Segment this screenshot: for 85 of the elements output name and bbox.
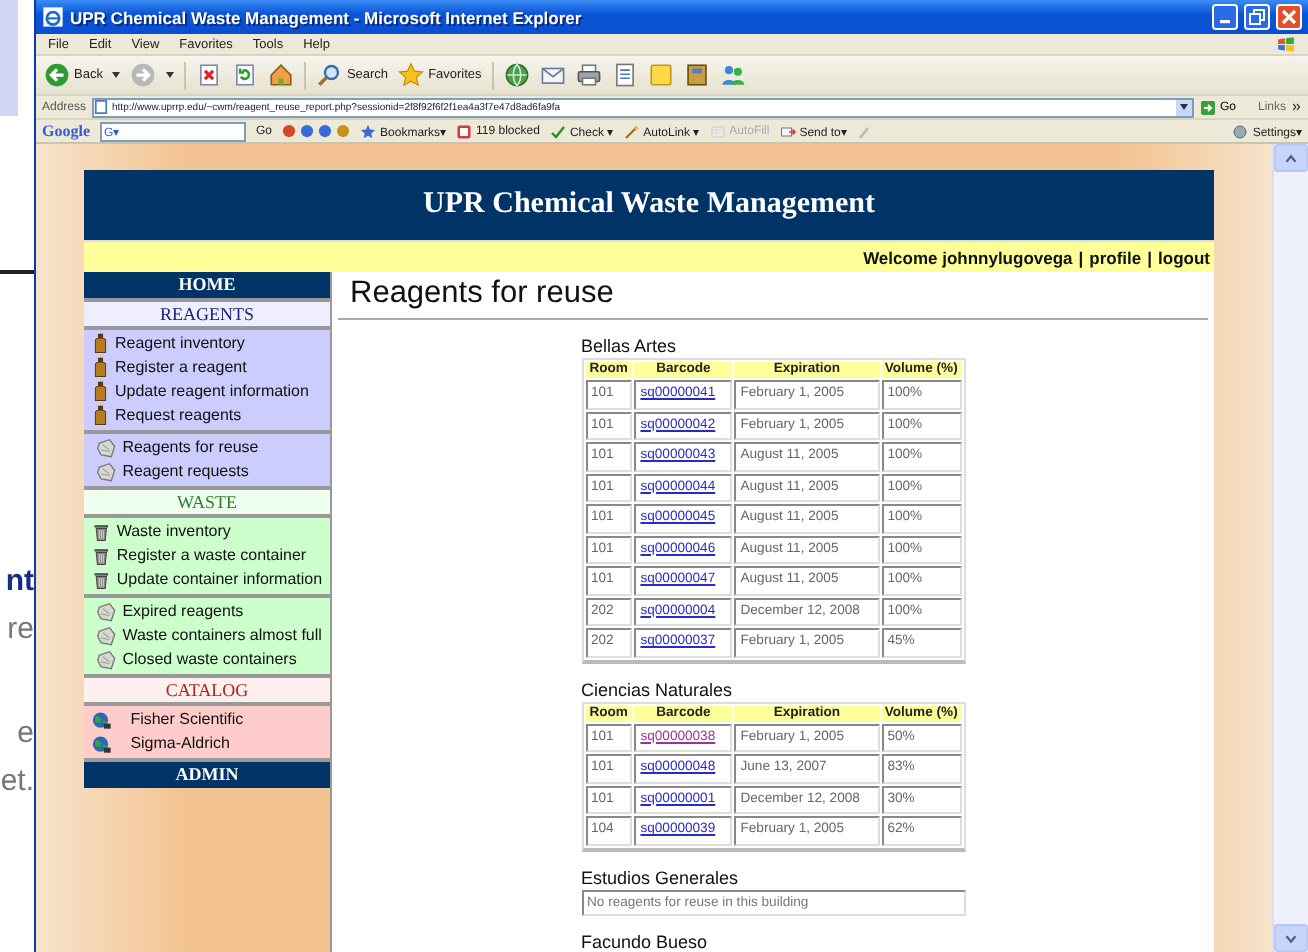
building-name: Estudios Generales xyxy=(581,867,741,889)
windows-logo-icon xyxy=(1276,35,1296,53)
scroll-down-button[interactable] xyxy=(1274,924,1308,952)
nav-item[interactable]: Register a reagent xyxy=(84,356,330,380)
building-name: Bellas Artes xyxy=(581,336,679,358)
bottle-icon xyxy=(92,380,109,404)
paper-icon xyxy=(96,437,117,459)
star-icon xyxy=(398,62,425,88)
send-icon xyxy=(779,123,796,139)
home-button[interactable] xyxy=(268,62,295,88)
document-button[interactable] xyxy=(611,62,638,88)
nav-item[interactable]: Update reagent information xyxy=(84,380,330,404)
paper-icon xyxy=(96,601,117,623)
page-heading: Reagents for reuse xyxy=(338,272,1208,320)
scroll-up-button[interactable] xyxy=(1274,144,1308,172)
nav-link[interactable]: profile xyxy=(1089,247,1142,267)
site-header: UPR Chemical Waste Management xyxy=(84,170,1214,240)
nav-item[interactable]: Waste containers almost full xyxy=(84,624,330,648)
nav-link[interactable]: ADMIN xyxy=(84,758,330,788)
nav-item[interactable]: Register a waste container xyxy=(84,544,330,568)
section-header: REAGENTS xyxy=(84,298,330,326)
close-icon xyxy=(1280,8,1298,26)
trash-bin-icon xyxy=(92,520,111,544)
wand-icon xyxy=(623,123,640,139)
restore-icon xyxy=(1248,8,1266,26)
blocker-icon xyxy=(456,123,473,139)
nav-item[interactable]: Reagent requests xyxy=(84,460,330,484)
restore-button[interactable] xyxy=(1244,4,1270,30)
nav-item[interactable]: Reagents for reuse xyxy=(84,436,330,460)
stop-button[interactable] xyxy=(196,62,223,88)
globe-button[interactable] xyxy=(503,62,530,88)
bottle-icon xyxy=(92,332,109,356)
browser-logo-icon xyxy=(42,6,64,28)
trash-bin-icon xyxy=(92,544,111,568)
background-text: re xyxy=(5,612,34,648)
page-icon xyxy=(94,100,109,114)
search-icon xyxy=(316,62,343,88)
nav-item[interactable]: Reagent inventory xyxy=(84,332,330,356)
background-text: nt xyxy=(3,564,34,600)
globe-icon xyxy=(92,733,113,755)
background-text: e xyxy=(15,716,34,752)
nav-item[interactable]: Closed waste containers xyxy=(84,648,330,672)
nav-item[interactable]: Waste inventory xyxy=(84,520,330,544)
separator: | xyxy=(1147,247,1153,267)
background-text: et. xyxy=(0,764,34,800)
building-name: Facundo Bueso xyxy=(581,931,710,952)
minimize-button[interactable] xyxy=(1212,4,1238,30)
caret-up-icon xyxy=(1284,153,1298,163)
note-button[interactable] xyxy=(647,62,674,88)
nav-item[interactable]: Expired reagents xyxy=(84,600,330,624)
printer-button[interactable] xyxy=(575,62,602,88)
star-icon xyxy=(360,123,377,139)
settings-icon xyxy=(1232,123,1249,139)
book-button[interactable] xyxy=(683,62,710,88)
paper-icon xyxy=(96,625,117,647)
spellcheck-icon xyxy=(549,123,566,139)
caret-icon[interactable] xyxy=(166,72,175,78)
building-name: Ciencias Naturales xyxy=(581,679,735,701)
welcome-text: Welcome johnnylugovega xyxy=(863,247,1073,267)
form-icon xyxy=(709,123,726,139)
caret-down-icon xyxy=(1284,933,1298,943)
google-logo: Google xyxy=(42,122,90,140)
nav-link[interactable]: logout xyxy=(1158,247,1210,267)
section-header: CATALOG xyxy=(84,674,330,702)
back-icon xyxy=(44,62,70,88)
trash-bin-icon xyxy=(92,568,111,592)
window-title: UPR Chemical Waste Management - Microsoft Internet Explorer xyxy=(70,7,584,27)
caret-icon[interactable] xyxy=(112,72,121,78)
close-button[interactable] xyxy=(1276,4,1302,30)
nav-item[interactable]: Sigma-Aldrich xyxy=(84,732,330,756)
people-button[interactable] xyxy=(719,62,746,88)
nav-item[interactable]: Fisher Scientific xyxy=(84,708,330,732)
bottle-icon xyxy=(92,356,109,380)
chevron-icon[interactable] xyxy=(1292,102,1302,112)
section-header: WASTE xyxy=(84,486,330,514)
globe-icon xyxy=(92,709,113,731)
window-edge xyxy=(0,0,18,116)
nav-item[interactable]: Request reagents xyxy=(84,404,330,428)
bottle-icon xyxy=(92,404,109,428)
refresh-button[interactable] xyxy=(232,62,259,88)
dropdown-button[interactable] xyxy=(1175,99,1192,115)
nav-link[interactable]: HOME xyxy=(84,272,330,298)
mail-button[interactable] xyxy=(539,62,566,88)
separator: | xyxy=(1078,247,1084,267)
nav-item[interactable]: Update container information xyxy=(84,568,330,592)
